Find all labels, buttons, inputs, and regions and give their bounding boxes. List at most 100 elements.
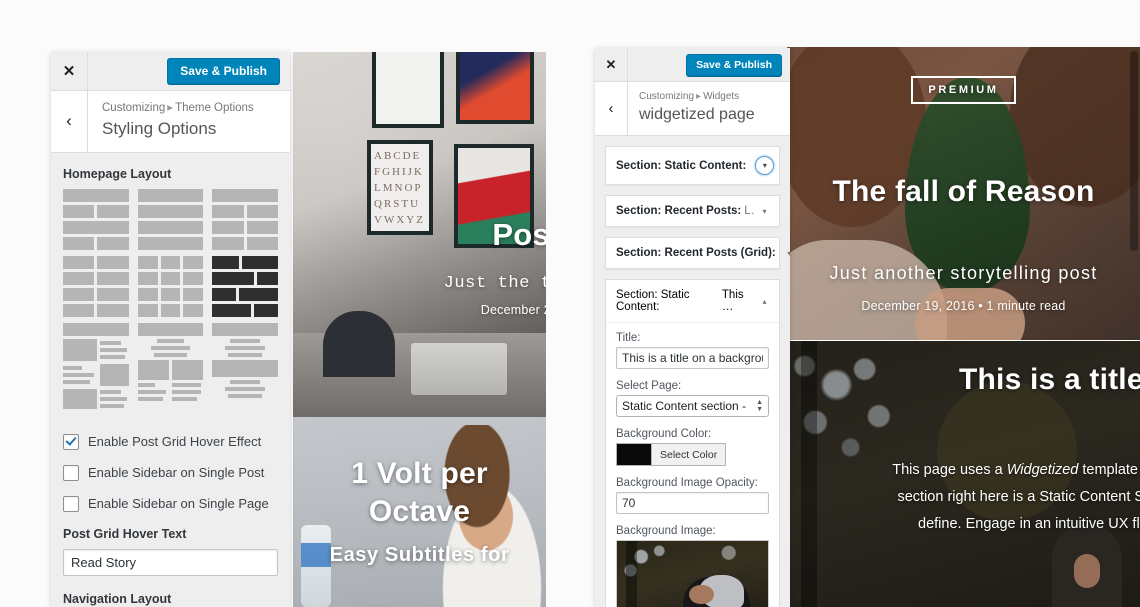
select-page-dropdown[interactable]: Static Content section - bg <box>616 395 769 418</box>
close-icon-widgets[interactable]: ✕ <box>595 48 628 81</box>
preview-right-hero-1: PREMIUM The fall of Reason Just another … <box>787 47 1140 340</box>
layout-thumb-4[interactable] <box>63 255 129 317</box>
color-swatch[interactable] <box>616 443 651 467</box>
customizer-titles: Customizing ▸ Theme Options Styling Option… <box>88 91 266 152</box>
select-page-wrapper: Static Content section - bg ▲ ▼ <box>616 395 769 418</box>
poster-decor-1 <box>372 52 444 128</box>
widgets-titles: Customizing ▸ Widgets widgetized page <box>628 82 765 135</box>
laptop-decor <box>411 343 507 395</box>
page-title: Styling Options <box>102 118 217 138</box>
field-title: Title: <box>616 332 769 370</box>
widgets-header-spacer <box>628 48 686 81</box>
breadcrumb-root[interactable]: Customizing <box>102 102 165 114</box>
thumb-face-decor <box>689 584 714 605</box>
preview-left-hero1-meta: December 21 <box>480 303 546 317</box>
back-chevron-icon-widgets[interactable]: ‹ <box>595 82 628 136</box>
layout-thumb-1[interactable] <box>63 188 129 250</box>
person-hand-decor <box>1074 554 1100 588</box>
header-spacer <box>88 52 167 90</box>
preview-right-hero1-subtitle: Just another storytelling post <box>829 263 1098 283</box>
homepage-layout-label: Homepage Layout <box>63 166 172 181</box>
breadcrumb: Customizing ▸ Theme Options <box>102 101 254 116</box>
layout-thumb-7[interactable] <box>63 322 129 409</box>
hand-decor <box>915 288 1025 340</box>
body-line-1: This page uses a Widgetized template tha… <box>819 457 1140 484</box>
preview-left-hero1-subtitle: Just the trac <box>443 274 546 293</box>
checkbox-sidebar-single-post[interactable] <box>63 464 79 481</box>
customizer-header: ✕ Save & Publish <box>51 52 290 91</box>
background-image-label: Background Image: <box>616 525 716 538</box>
opacity-input[interactable] <box>616 492 769 515</box>
widgets-title-bar: ‹ Customizing ▸ Widgets widgetized page <box>595 82 790 137</box>
chevron-up-icon-4[interactable]: ▴ <box>760 297 769 306</box>
title-label: Title: <box>616 332 641 345</box>
preview-left-hero-2: 1 Volt per Octave Easy Subtitles for <box>293 417 546 607</box>
layout-thumb-6-selected[interactable] <box>212 255 278 317</box>
checkbox-label-post-grid-hover: Enable Post Grid Hover Effect <box>88 434 262 450</box>
close-icon[interactable]: ✕ <box>51 52 88 90</box>
checkbox-label-sidebar-single-post: Enable Sidebar on Single Post <box>88 465 265 481</box>
preview-right-hero1-title: The fall of Reason <box>832 175 1095 208</box>
customizer-title-bar: ‹ Customizing ▸ Theme Options Styling Opti… <box>51 91 290 153</box>
preview-left-hero2-title-line2: Octave <box>368 495 471 528</box>
widget-form: Title: Select Page: Static Content secti… <box>606 323 779 607</box>
breadcrumb-section[interactable]: Theme Options <box>175 102 254 114</box>
poster-decor-2 <box>456 52 534 124</box>
save-and-publish-button[interactable]: Save & Publish <box>167 58 280 84</box>
checkbox-row-sidebar-single-post[interactable]: Enable Sidebar on Single Post <box>63 464 278 481</box>
breadcrumb-section-widgets[interactable]: Widgets <box>703 91 739 102</box>
breadcrumb-root-widgets[interactable]: Customizing <box>639 91 694 102</box>
preview-right-hero1-badge-wrap: PREMIUM <box>787 76 1140 104</box>
select-color-button[interactable]: Select Color <box>651 443 727 467</box>
widget-section-static-content-a[interactable]: Section: Static Content: A wi… ▾ <box>605 146 780 186</box>
select-page-label: Select Page: <box>616 380 682 393</box>
widget-section-desc-2: Latest… <box>744 205 754 218</box>
widget-section-static-content-this: Section: Static Content: This … ▴ Title:… <box>605 279 780 607</box>
layout-thumb-5[interactable] <box>137 255 204 317</box>
layout-thumb-8[interactable] <box>137 322 204 409</box>
checkbox-label-sidebar-single-page: Enable Sidebar on Single Page <box>88 496 269 512</box>
widgets-body: Section: Static Content: A wi… ▾ Section… <box>595 136 790 607</box>
checkbox-row-sidebar-single-page[interactable]: Enable Sidebar on Single Page <box>63 495 278 512</box>
post-grid-hover-text-input[interactable] <box>63 548 278 576</box>
forest-tree-decor <box>801 341 817 607</box>
background-color-label: Background Color: <box>616 428 712 441</box>
chevron-down-icon-3[interactable]: ▾ <box>785 249 790 258</box>
save-and-publish-button-widgets[interactable]: Save & Publish <box>686 53 782 76</box>
homepage-layout-thumbnails <box>63 188 278 409</box>
widget-section-header-4[interactable]: Section: Static Content: This … ▴ <box>606 280 779 324</box>
preview-right-hero1-meta: December 19, 2016 • 1 minute read <box>861 299 1066 313</box>
customizer-widgets: ✕ Save & Publish ‹ Customizing ▸ Widgets w… <box>595 48 790 607</box>
navigation-layout-label: Navigation Layout <box>63 591 172 606</box>
widget-section-recent-posts-grid[interactable]: Section: Recent Posts (Grid): … ▾ <box>605 237 790 270</box>
preview-right-hero-2: This is a title This page uses a Widgeti… <box>787 341 1140 607</box>
opacity-label: Background Image Opacity: <box>616 477 758 490</box>
widget-section-name-2: Section: Recent Posts: <box>616 205 742 218</box>
checkbox-row-post-grid-hover[interactable]: Enable Post Grid Hover Effect <box>63 433 278 450</box>
preview-left-hero2-title-line1: 1 Volt per <box>351 457 488 490</box>
breadcrumb-separator-icon: ▸ <box>167 102 174 114</box>
chevron-down-icon-2[interactable]: ▾ <box>760 207 769 216</box>
checkbox-post-grid-hover[interactable] <box>63 433 79 450</box>
widget-section-name-4: Section: Static Content: <box>616 289 690 314</box>
widget-section-recent-posts[interactable]: Section: Recent Posts: Latest… ▾ <box>605 195 780 228</box>
thumb-tree-decor <box>626 541 637 607</box>
layout-thumb-2[interactable] <box>137 188 204 250</box>
preview-left-hero-1: ABCDE FGHIJK LMNOP QRSTU VWXYZ Positi Ju… <box>293 52 546 417</box>
widget-section-desc-4: This … <box>721 289 744 314</box>
background-color-row: Select Color <box>616 443 769 467</box>
field-select-page: Select Page: Static Content section - bg… <box>616 380 769 418</box>
chevron-down-icon-1[interactable]: ▾ <box>755 156 775 176</box>
layout-thumb-9[interactable] <box>212 322 278 409</box>
background-image-thumbnail[interactable] <box>616 540 769 607</box>
preview-pane-left: ABCDE FGHIJK LMNOP QRSTU VWXYZ Positi Ju… <box>293 52 546 607</box>
back-chevron-icon[interactable]: ‹ <box>51 91 88 152</box>
layout-thumb-3[interactable] <box>212 188 278 250</box>
field-background-image: Background Image: Choose Image Remove <box>616 525 769 607</box>
title-input[interactable] <box>616 347 769 370</box>
widgets-header: ✕ Save & Publish <box>595 48 790 82</box>
widget-section-name-3: Section: Recent Posts (Grid): <box>616 247 776 260</box>
preview-scrollbar[interactable] <box>1130 51 1138 251</box>
checkbox-sidebar-single-page[interactable] <box>63 495 79 512</box>
